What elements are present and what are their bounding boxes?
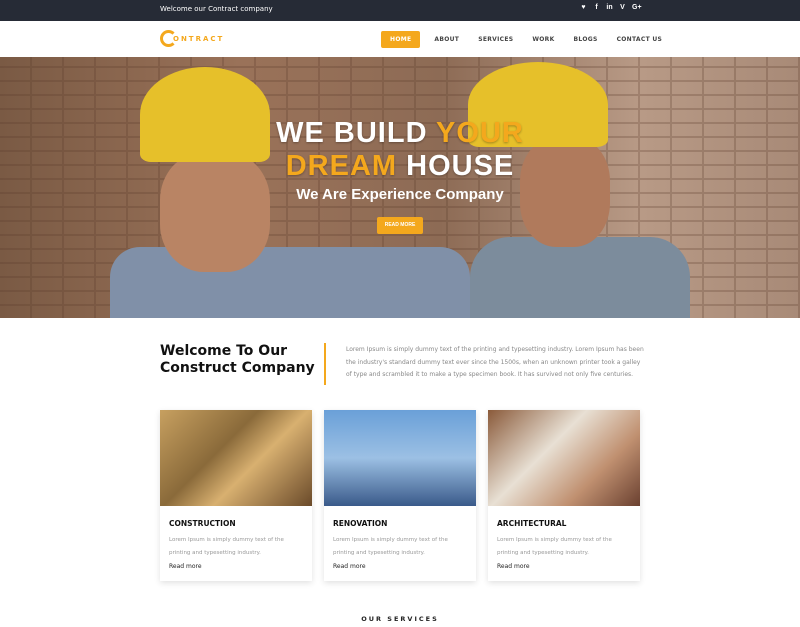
- read-more-link[interactable]: Read more: [497, 563, 530, 570]
- logo[interactable]: ONTRACT: [160, 30, 224, 47]
- facebook-icon[interactable]: f: [593, 4, 600, 11]
- card-title: CONSTRUCTION: [169, 519, 236, 528]
- hero-banner: WE BUILD YOUR DREAM HOUSE We Are Experie…: [0, 57, 800, 318]
- nav-contact-us[interactable]: CONTACT US: [617, 36, 663, 43]
- top-bar: Welcome our Contract company ♥ f in V G+: [0, 0, 800, 21]
- card-title: ARCHITECTURAL: [497, 519, 567, 528]
- linkedin-icon[interactable]: in: [606, 4, 613, 11]
- logo-text: ONTRACT: [173, 34, 225, 43]
- welcome-title: Welcome To Our Construct Company: [160, 343, 315, 377]
- hero-line2-yellow: DREAM: [285, 150, 407, 182]
- worker-left-shirt: [110, 247, 470, 318]
- navbar: ONTRACT HOME ABOUT SERVICES WORK BLOGS C…: [0, 21, 800, 57]
- read-more-button[interactable]: READ MORE: [377, 217, 423, 234]
- card-description: Lorem Ipsum is simply dummy text of the …: [169, 537, 284, 556]
- vimeo-icon[interactable]: V: [619, 4, 626, 11]
- read-more-link[interactable]: Read more: [333, 563, 366, 570]
- welcome-message: Welcome our Contract company: [160, 5, 273, 13]
- nav-work[interactable]: WORK: [532, 36, 554, 43]
- architectural-image: [488, 410, 640, 506]
- welcome-title-line1: Welcome To Our: [160, 343, 288, 359]
- renovation-image: [324, 410, 476, 506]
- nav-about[interactable]: ABOUT: [434, 36, 459, 43]
- welcome-title-line2: Construct Company: [160, 360, 315, 376]
- nav-home[interactable]: HOME: [381, 31, 421, 48]
- hero-subtitle: We Are Experience Company: [296, 186, 504, 203]
- hero-heading: WE BUILD YOUR DREAM HOUSE We Are Experie…: [0, 117, 800, 203]
- service-card-renovation: RENOVATION Lorem Ipsum is simply dummy t…: [324, 410, 476, 581]
- service-card-architectural: ARCHITECTURAL Lorem Ipsum is simply dumm…: [488, 410, 640, 581]
- hero-line2-white: HOUSE: [406, 150, 515, 182]
- construction-image: [160, 410, 312, 506]
- welcome-text: Lorem Ipsum is simply dummy text of the …: [346, 346, 644, 378]
- main-nav: HOME ABOUT SERVICES WORK BLOGS CONTACT U…: [381, 31, 681, 48]
- our-services-heading: OUR SERVICES: [361, 615, 439, 623]
- card-description: Lorem Ipsum is simply dummy text of the …: [497, 537, 612, 556]
- card-title: RENOVATION: [333, 519, 388, 528]
- hero-line1-white: WE BUILD: [276, 117, 437, 149]
- nav-blogs[interactable]: BLOGS: [574, 36, 598, 43]
- service-card-construction: CONSTRUCTION Lorem Ipsum is simply dummy…: [160, 410, 312, 581]
- hero-line1-yellow: YOUR: [436, 117, 524, 149]
- read-more-link[interactable]: Read more: [169, 563, 202, 570]
- twitter-icon[interactable]: ♥: [580, 4, 587, 11]
- card-description: Lorem Ipsum is simply dummy text of the …: [333, 537, 448, 556]
- google-plus-icon[interactable]: G+: [632, 4, 642, 11]
- social-links: ♥ f in V G+: [580, 4, 642, 11]
- worker-right-shirt: [470, 237, 690, 318]
- accent-divider: [324, 343, 326, 385]
- nav-services[interactable]: SERVICES: [478, 36, 513, 43]
